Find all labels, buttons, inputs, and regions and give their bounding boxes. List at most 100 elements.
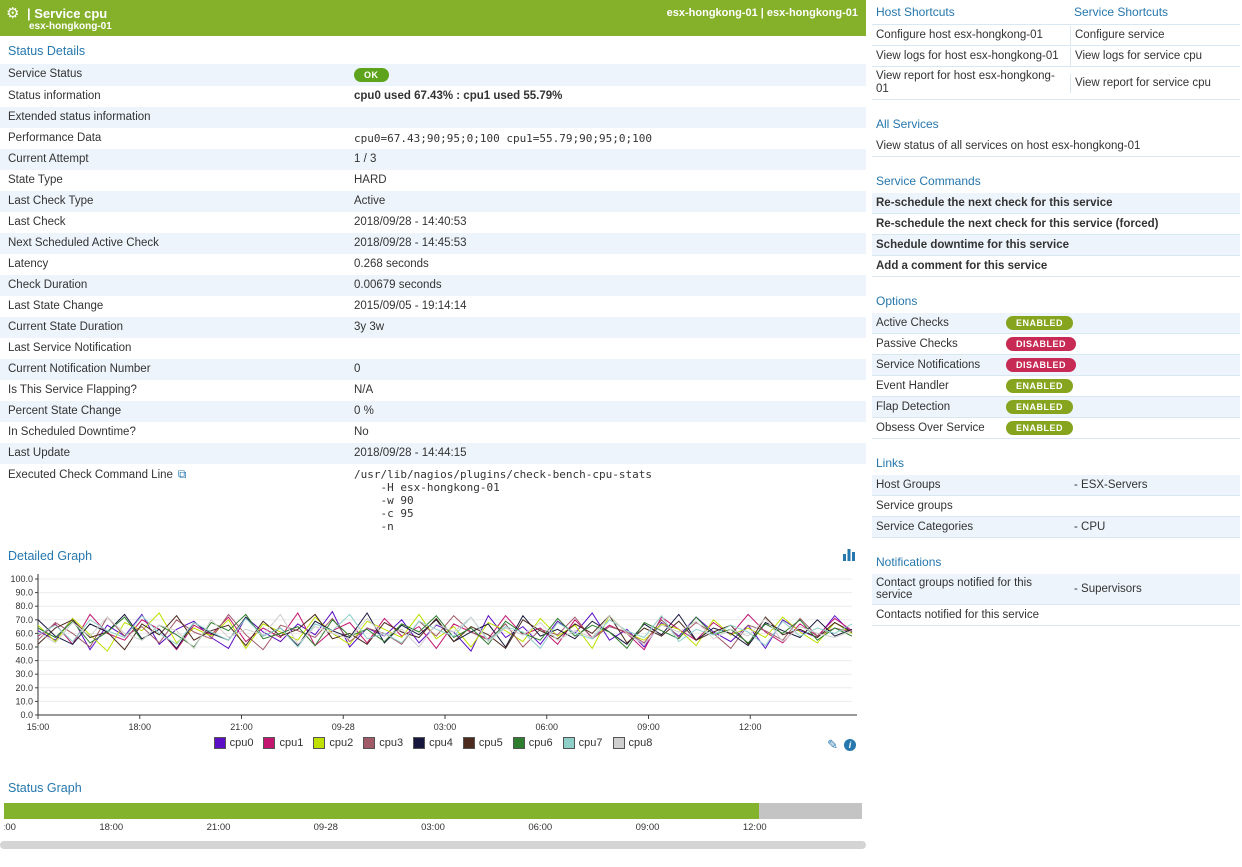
link-row-value (1070, 503, 1240, 509)
status-row-label: Last Service Notification (0, 338, 346, 359)
service-command-link[interactable]: Re-schedule the next check for this serv… (872, 194, 1116, 213)
service-command-link[interactable]: Schedule downtime for this service (872, 236, 1073, 255)
service-command-row: Add a comment for this service (872, 256, 1240, 277)
service-shortcut-link[interactable]: View report for service cpu (1070, 74, 1240, 93)
host-shortcut-link[interactable]: View report for host esx-hongkong-01 (872, 67, 1070, 99)
status-row-label: Extended status information (0, 107, 346, 128)
status-row-value: 0.00679 seconds (346, 275, 866, 296)
legend-item: cpu5 (463, 737, 503, 749)
all-services-row: View status of all services on host esx-… (872, 136, 1240, 157)
option-state-badge: DISABLED (1006, 337, 1076, 351)
option-row: Flap DetectionENABLED (872, 397, 1240, 418)
service-shortcuts-heading[interactable]: Service Shortcuts (1070, 0, 1172, 24)
status-row-value: 0 (346, 359, 866, 380)
link-row-value[interactable]: - ESX-Servers (1070, 476, 1240, 494)
service-command-link[interactable]: Add a comment for this service (872, 257, 1051, 276)
options-heading[interactable]: Options (872, 289, 1240, 313)
status-row: Executed Check Command Line⧉/usr/lib/nag… (0, 464, 866, 537)
option-label: Flap Detection (872, 398, 1006, 416)
status-row: Latency0.268 seconds (0, 254, 866, 275)
info-icon[interactable]: i (844, 739, 856, 751)
status-row-value (346, 338, 866, 359)
status-graph-bar[interactable] (4, 803, 862, 819)
legend-item: cpu1 (263, 737, 303, 749)
service-command-link[interactable]: Re-schedule the next check for this serv… (872, 215, 1162, 234)
legend-swatch-cpu0 (214, 737, 226, 749)
notifications-rows: Contact groups notified for this service… (872, 574, 1240, 626)
legend-swatch-cpu5 (463, 737, 475, 749)
status-row: Is This Service Flapping?N/A (0, 380, 866, 401)
status-row-value: 3y 3w (346, 317, 866, 338)
status-segment-ok (4, 803, 759, 819)
status-graph-heading[interactable]: Status Graph (0, 773, 866, 801)
service-commands-heading[interactable]: Service Commands (872, 169, 1240, 193)
detailed-graph-svg[interactable]: 100.090.080.070.060.050.040.030.020.010.… (2, 571, 860, 735)
option-state-badge: ENABLED (1006, 400, 1073, 414)
option-label: Event Handler (872, 377, 1006, 395)
status-row-value (346, 107, 866, 128)
status-row: Current Notification Number0 (0, 359, 866, 380)
detailed-graph-heading[interactable]: Detailed Graph (0, 541, 100, 567)
service-shortcut-link[interactable]: Configure service (1070, 26, 1240, 45)
x-axis-label: 09:00 (637, 722, 660, 732)
service-shortcut-link[interactable]: View logs for service cpu (1070, 47, 1240, 66)
status-details-heading[interactable]: Status Details (0, 36, 866, 64)
header-host-link[interactable]: esx-hongkong-01 (667, 7, 758, 19)
status-row: Current Attempt1 / 3 (0, 149, 866, 170)
status-row: Last Check TypeActive (0, 191, 866, 212)
option-row: Service NotificationsDISABLED (872, 355, 1240, 376)
legend-item: cpu6 (513, 737, 553, 749)
edit-graph-icon[interactable]: ✎ (827, 737, 838, 753)
host-shortcut-link[interactable]: View logs for host esx-hongkong-01 (872, 47, 1070, 66)
legend-item: cpu4 (413, 737, 453, 749)
notification-row-value (1070, 612, 1240, 618)
status-row: Next Scheduled Active Check2018/09/28 - … (0, 233, 866, 254)
status-row-value: cpu0 used 67.43% : cpu1 used 55.79% (346, 86, 866, 107)
status-row-value: 2018/09/28 - 14:45:53 (346, 233, 866, 254)
link-row: Service groups (872, 496, 1240, 517)
legend-item: cpu8 (613, 737, 653, 749)
graph-tools: ✎ i (827, 737, 856, 753)
shortcut-row: View report for host esx-hongkong-01View… (872, 67, 1240, 100)
host-shortcuts-heading[interactable]: Host Shortcuts (872, 0, 1070, 24)
legend-label: cpu7 (579, 737, 603, 749)
status-row: Service StatusOK (0, 64, 866, 86)
status-row-label: Last State Change (0, 296, 346, 317)
service-command-row: Schedule downtime for this service (872, 235, 1240, 256)
notification-row-value[interactable]: - Supervisors (1070, 580, 1240, 598)
x-axis-label: 09-28 (332, 722, 355, 732)
gear-icon[interactable]: ⚙ (6, 4, 19, 22)
status-row-label: Latency (0, 254, 346, 275)
expand-command-icon[interactable]: ⧉ (178, 467, 187, 481)
bar-chart-icon[interactable] (842, 548, 856, 561)
link-row-value[interactable]: - CPU (1070, 518, 1240, 536)
status-axis-label: 18:00 (99, 822, 123, 833)
notifications-heading[interactable]: Notifications (872, 550, 1240, 574)
all-services-heading[interactable]: All Services (872, 112, 1240, 136)
service-command-row: Re-schedule the next check for this serv… (872, 214, 1240, 235)
status-row: Check Duration0.00679 seconds (0, 275, 866, 296)
page-title: | Service cpu (27, 6, 107, 21)
status-row: Current State Duration3y 3w (0, 317, 866, 338)
header-link-separator: | (761, 7, 764, 19)
option-label: Passive Checks (872, 335, 1006, 353)
host-shortcut-link[interactable]: Configure host esx-hongkong-01 (872, 26, 1070, 45)
x-axis-label: 15:00 (27, 722, 50, 732)
status-row-label: Service Status (0, 64, 346, 86)
status-row-value: 1 / 3 (346, 149, 866, 170)
detailed-graph-header: Detailed Graph (0, 541, 866, 567)
all-services-link[interactable]: View status of all services on host esx-… (872, 137, 1144, 156)
legend-swatch-cpu8 (613, 737, 625, 749)
link-row: Host Groups- ESX-Servers (872, 475, 1240, 496)
status-graph-labels: 15:0018:0021:0009-2803:0006:0009:0012:00 (4, 822, 862, 837)
header-service-link[interactable]: esx-hongkong-01 (767, 7, 858, 19)
shortcuts-header: Host Shortcuts Service Shortcuts (872, 0, 1240, 25)
legend-item: cpu2 (313, 737, 353, 749)
status-row-value: N/A (346, 380, 866, 401)
legend-label: cpu8 (629, 737, 653, 749)
shortcut-row: Configure host esx-hongkong-01Configure … (872, 25, 1240, 46)
header-host-name[interactable]: esx-hongkong-01 (29, 21, 112, 32)
links-heading[interactable]: Links (872, 451, 1240, 475)
horizontal-scrollbar[interactable] (0, 841, 866, 849)
status-row-label: Next Scheduled Active Check (0, 233, 346, 254)
